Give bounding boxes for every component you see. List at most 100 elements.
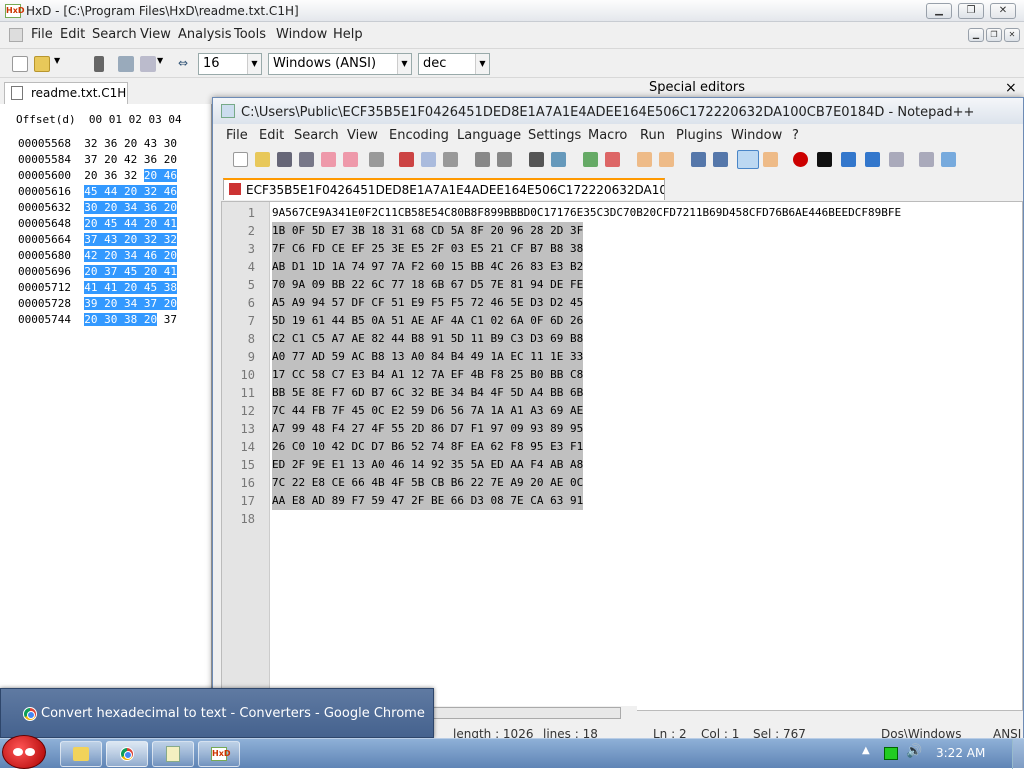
mdi-restore-button[interactable]: ❐: [986, 28, 1002, 42]
record-macro-icon[interactable]: [793, 152, 808, 167]
mdi-minimize-button[interactable]: ▁: [968, 28, 984, 42]
hex-row[interactable]: 00005568 32 36 20 43 30: [18, 136, 177, 152]
menu-analysis[interactable]: Analysis: [178, 27, 232, 42]
taskbar-hxd-button[interactable]: HxD: [198, 741, 240, 767]
code-line[interactable]: C2 C1 C5 A7 AE 82 44 B8 91 5D 11 B9 C3 D…: [272, 330, 584, 348]
hxd-title-bar[interactable]: HxD HxD - [C:\Program Files\HxD\readme.t…: [0, 0, 1024, 22]
taskbar-chrome-button[interactable]: [106, 741, 148, 767]
hex-row[interactable]: 00005584 37 20 42 36 20: [18, 152, 177, 168]
export-icon[interactable]: [140, 56, 156, 72]
code-line[interactable]: 70 9A 09 BB 22 6C 77 18 6B 67 D5 7E 81 9…: [272, 276, 584, 294]
zoom-out-icon[interactable]: [605, 152, 620, 167]
taskbar-notepadpp-button[interactable]: [152, 741, 194, 767]
npp-menu-window[interactable]: Window: [731, 128, 782, 143]
show-all-chars-icon[interactable]: [713, 152, 728, 167]
open-icon[interactable]: [255, 152, 270, 167]
code-line[interactable]: ED 2F 9E E1 13 A0 46 14 92 35 5A ED AA F…: [272, 456, 584, 474]
hex-row[interactable]: 00005600 20 36 32 20 46: [18, 168, 177, 184]
find-icon[interactable]: [529, 152, 544, 167]
close-file-icon[interactable]: [321, 152, 336, 167]
menu-file[interactable]: File: [31, 27, 53, 42]
show-hidden-icons-icon[interactable]: ▲: [862, 745, 870, 756]
npp-menu-run[interactable]: Run: [640, 128, 665, 143]
taskbar-explorer-button[interactable]: [60, 741, 102, 767]
sync-h-icon[interactable]: [659, 152, 674, 167]
menu-help[interactable]: Help: [333, 27, 363, 42]
menu-search[interactable]: Search: [92, 27, 137, 42]
plugin-icon[interactable]: [919, 152, 934, 167]
run-macro-multiple-icon[interactable]: [865, 152, 880, 167]
mdi-close-button[interactable]: ✕: [1004, 28, 1020, 42]
hex-row[interactable]: 00005696 20 37 45 20 41: [18, 264, 177, 280]
code-line[interactable]: 5D 19 61 44 B5 0A 51 AE AF 4A C1 02 6A 0…: [272, 312, 584, 330]
network-icon[interactable]: [884, 747, 898, 760]
npp-menu-encoding[interactable]: Encoding: [389, 128, 449, 143]
charset-select[interactable]: Windows (ANSI) ▼: [268, 53, 412, 75]
hex-row[interactable]: 00005616 45 44 20 32 46: [18, 184, 177, 200]
code-line[interactable]: 26 C0 10 42 DC D7 B6 52 74 8F EA 62 F8 9…: [272, 438, 584, 456]
code-line[interactable]: AB D1 1D 1A 74 97 7A F2 60 15 BB 4C 26 8…: [272, 258, 584, 276]
paste-icon[interactable]: [443, 152, 458, 167]
menu-edit[interactable]: Edit: [60, 27, 85, 42]
npp-menu-file[interactable]: File: [226, 128, 248, 143]
save-macro-icon[interactable]: [889, 152, 904, 167]
print-icon[interactable]: [369, 152, 384, 167]
folder-icon[interactable]: [763, 152, 778, 167]
hex-row[interactable]: 00005648 20 45 44 20 41: [18, 216, 177, 232]
undo-icon[interactable]: [475, 152, 490, 167]
close-icon[interactable]: ×: [1005, 80, 1017, 96]
menu-tools[interactable]: Tools: [234, 27, 266, 42]
menu-view[interactable]: View: [140, 27, 171, 42]
close-button[interactable]: ✕: [990, 3, 1016, 19]
save-icon[interactable]: [94, 56, 104, 72]
hex-view[interactable]: Offset(d) 00 01 02 03 04 00005568 32 36 …: [0, 104, 212, 690]
npp-file-tab[interactable]: ECF35B5E1F0426451DED8E1A7A1E4ADEE164E506…: [223, 178, 665, 200]
volume-icon[interactable]: 🔊: [906, 744, 922, 759]
export-dropdown-icon[interactable]: ▼: [157, 56, 165, 72]
start-button[interactable]: [2, 735, 46, 769]
offset-base-select[interactable]: dec ▼: [418, 53, 490, 75]
code-line[interactable]: 17 CC 58 C7 E3 B4 A1 12 7A EF 4B F8 25 B…: [272, 366, 584, 384]
hex-row[interactable]: 00005632 30 20 34 36 20: [18, 200, 177, 216]
tab-readme[interactable]: readme.txt.C1H: [4, 82, 128, 104]
code-line[interactable]: AA E8 AD 89 F7 59 47 2F BE 66 D3 08 7E C…: [272, 492, 584, 510]
sync-v-icon[interactable]: [637, 152, 652, 167]
hex-row[interactable]: 00005664 37 43 20 32 32: [18, 232, 177, 248]
npp-menu-help[interactable]: ?: [792, 128, 799, 143]
zoom-in-icon[interactable]: [583, 152, 598, 167]
npp-menu-search[interactable]: Search: [294, 128, 339, 143]
copy-icon[interactable]: [421, 152, 436, 167]
code-line[interactable]: A7 99 48 F4 27 4F 55 2D 86 D7 F1 97 09 9…: [272, 420, 584, 438]
spellcheck-icon[interactable]: [941, 152, 956, 167]
redo-icon[interactable]: [497, 152, 512, 167]
save-icon[interactable]: [277, 152, 292, 167]
hex-row[interactable]: 00005712 41 41 20 45 38: [18, 280, 177, 296]
npp-menu-settings[interactable]: Settings: [528, 128, 581, 143]
save-all-icon[interactable]: [299, 152, 314, 167]
maximize-button[interactable]: ❐: [958, 3, 984, 19]
npp-menu-edit[interactable]: Edit: [259, 128, 284, 143]
npp-menu-plugins[interactable]: Plugins: [676, 128, 723, 143]
code-line[interactable]: A5 A9 94 57 DF CF 51 E9 F5 F5 72 46 5E D…: [272, 294, 584, 312]
cut-icon[interactable]: [399, 152, 414, 167]
code-line[interactable]: A0 77 AD 59 AC B8 13 A0 84 B4 49 1A EC 1…: [272, 348, 584, 366]
clock[interactable]: 3:22 AM: [936, 746, 985, 760]
code-line[interactable]: 7F C6 FD CE EF 25 3E E5 2F 03 E5 21 CF B…: [272, 240, 584, 258]
open-file-icon[interactable]: [34, 56, 50, 72]
play-macro-icon[interactable]: [841, 152, 856, 167]
new-file-icon[interactable]: [12, 56, 28, 72]
hex-row[interactable]: 00005728 39 20 34 37 20: [18, 296, 177, 312]
hex-row[interactable]: 00005680 42 20 34 46 20: [18, 248, 177, 264]
npp-menu-view[interactable]: View: [347, 128, 378, 143]
code-line[interactable]: 9A567CE9A341E0F2C11CB58E54C80B8F899BBBD0…: [272, 204, 901, 222]
menu-window[interactable]: Window: [276, 27, 327, 42]
npp-menu-macro[interactable]: Macro: [588, 128, 627, 143]
stop-macro-icon[interactable]: [817, 152, 832, 167]
npp-editor[interactable]: 1 2 3 4 5 6 7 8 9 10 11 12 13 14 15 16 17 18 9A567CE9A341…: [221, 201, 1023, 711]
code-line[interactable]: 1B 0F 5D E7 3B 18 31 68 CD 5A 8F 20 96 2…: [272, 222, 584, 240]
code-line[interactable]: 7C 44 FB 7F 45 0C E2 59 D6 56 7A 1A A1 A…: [272, 402, 584, 420]
minimize-button[interactable]: ▁: [926, 3, 952, 19]
chrome-taskbar-preview[interactable]: Convert hexadecimal to text - Converters…: [0, 688, 434, 738]
npp-title-bar[interactable]: C:\Users\Public\ECF35B5E1F0426451DED8E1A…: [213, 98, 1023, 124]
bytes-per-row-select[interactable]: 16 ▼: [198, 53, 262, 75]
